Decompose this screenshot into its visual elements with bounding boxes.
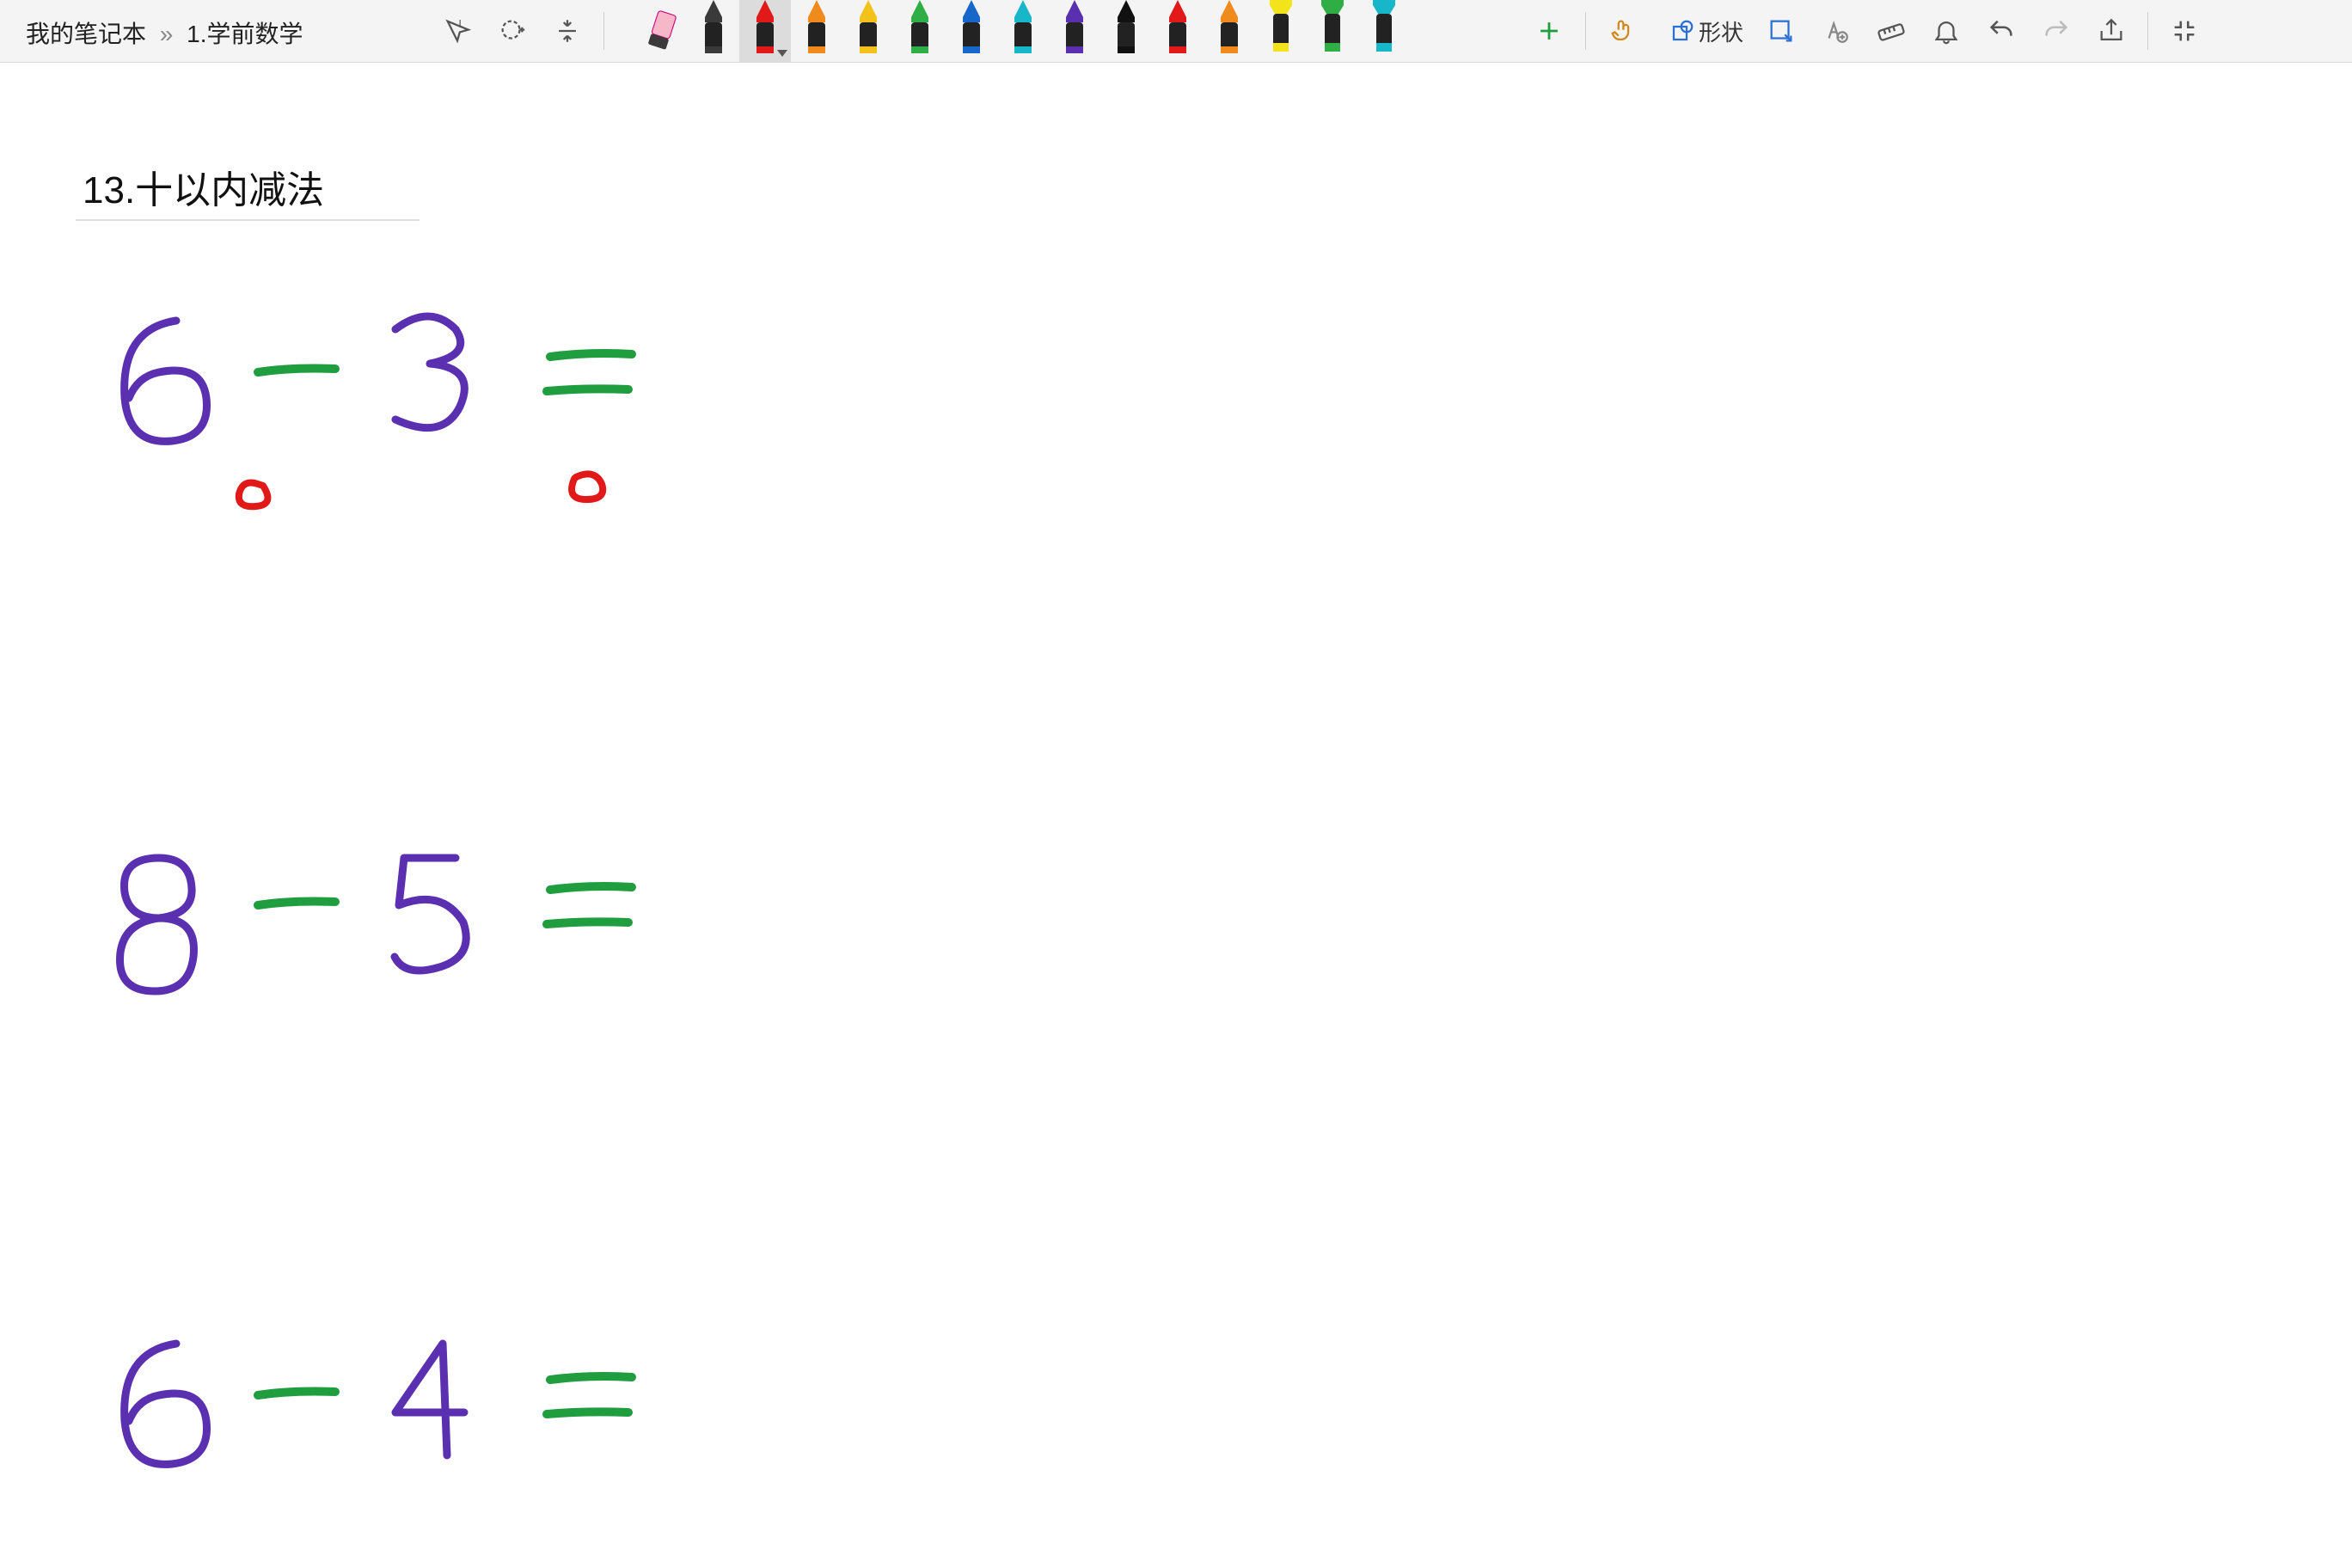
ruler-button[interactable] — [1867, 7, 1915, 55]
pen-slot-5[interactable] — [946, 0, 997, 62]
add-pen-button[interactable] — [1525, 7, 1573, 55]
pen-slot-4[interactable] — [894, 0, 946, 62]
toolbar: 我的笔记本 » 1.学前数学 I 形状 — [0, 0, 2352, 63]
highlighter-slot-12[interactable] — [1307, 0, 1358, 62]
divider — [603, 12, 604, 50]
reminder-bell-button[interactable] — [1922, 7, 1970, 55]
breadcrumb-notebook[interactable]: 我的笔记本 — [26, 21, 146, 47]
pen-slot-2[interactable] — [791, 0, 842, 62]
divider — [1585, 12, 1586, 50]
highlighter-slot-11[interactable] — [1255, 0, 1307, 62]
pen-slot-0[interactable] — [688, 0, 739, 62]
ink-to-text-button[interactable] — [1812, 7, 1860, 55]
pen-slot-1[interactable] — [739, 0, 791, 62]
breadcrumb-page[interactable]: 1.学前数学 — [187, 21, 303, 47]
highlighter-slot-13[interactable] — [1358, 0, 1410, 62]
insert-space-tool[interactable] — [488, 7, 536, 55]
pen-slot-7[interactable] — [1049, 0, 1100, 62]
ink-layer — [0, 63, 2352, 1568]
svg-text:I: I — [458, 17, 462, 30]
ink-to-shape-button[interactable] — [1757, 7, 1805, 55]
pen-bar — [636, 0, 1410, 62]
pen-slot-10[interactable] — [1204, 0, 1255, 62]
breadcrumb[interactable]: 我的笔记本 » 1.学前数学 — [26, 15, 303, 50]
redo-button[interactable] — [2032, 7, 2080, 55]
shapes-button[interactable]: 形状 — [1663, 7, 1750, 55]
pen-slot-9[interactable] — [1152, 0, 1204, 62]
pen-slot-3[interactable] — [842, 0, 894, 62]
pen-slot-8[interactable] — [1100, 0, 1152, 62]
shapes-label: 形状 — [1699, 15, 1743, 47]
undo-button[interactable] — [1977, 7, 2025, 55]
text-cursor-tool[interactable]: I — [433, 7, 481, 55]
breadcrumb-sep: » — [160, 21, 174, 47]
pen-slot-6[interactable] — [997, 0, 1049, 62]
fullscreen-exit-button[interactable] — [2160, 7, 2208, 55]
eraser-tool[interactable] — [636, 0, 688, 62]
touch-draw-toggle[interactable] — [1598, 7, 1646, 55]
vertical-space-tool[interactable] — [543, 7, 591, 55]
divider — [2147, 12, 2148, 50]
share-button[interactable] — [2087, 7, 2135, 55]
